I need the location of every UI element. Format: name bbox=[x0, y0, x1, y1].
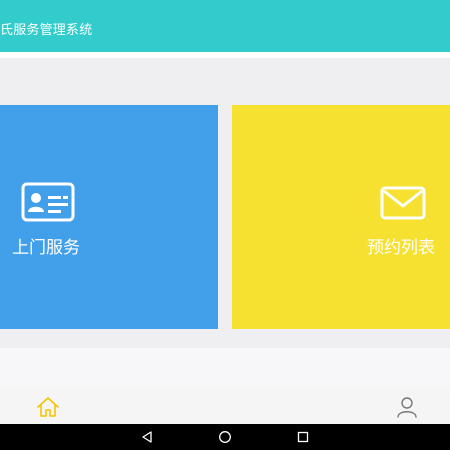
home-icon[interactable] bbox=[36, 396, 60, 418]
header-divider bbox=[0, 52, 450, 58]
envelope-icon bbox=[380, 186, 426, 220]
app-screen: 氏服务管理系统 上门服务 预约列表 bbox=[0, 0, 450, 450]
tile-appointment-list[interactable]: 预约列表 bbox=[232, 105, 450, 329]
tile-onsite-service-label: 上门服务 bbox=[12, 238, 80, 258]
id-card-icon bbox=[21, 182, 75, 222]
app-header: 氏服务管理系统 bbox=[0, 0, 450, 52]
system-nav-bar bbox=[0, 424, 450, 450]
home-circle-icon[interactable] bbox=[218, 430, 232, 444]
app-title: 氏服务管理系统 bbox=[0, 23, 93, 38]
bottom-tab-bar bbox=[0, 388, 450, 424]
tile-onsite-service[interactable]: 上门服务 bbox=[0, 105, 218, 329]
back-icon[interactable] bbox=[140, 430, 154, 444]
tile-appointment-list-label: 预约列表 bbox=[367, 238, 435, 258]
recent-apps-icon[interactable] bbox=[296, 430, 310, 444]
user-icon[interactable] bbox=[396, 396, 418, 418]
content-area-bottom bbox=[0, 348, 450, 388]
